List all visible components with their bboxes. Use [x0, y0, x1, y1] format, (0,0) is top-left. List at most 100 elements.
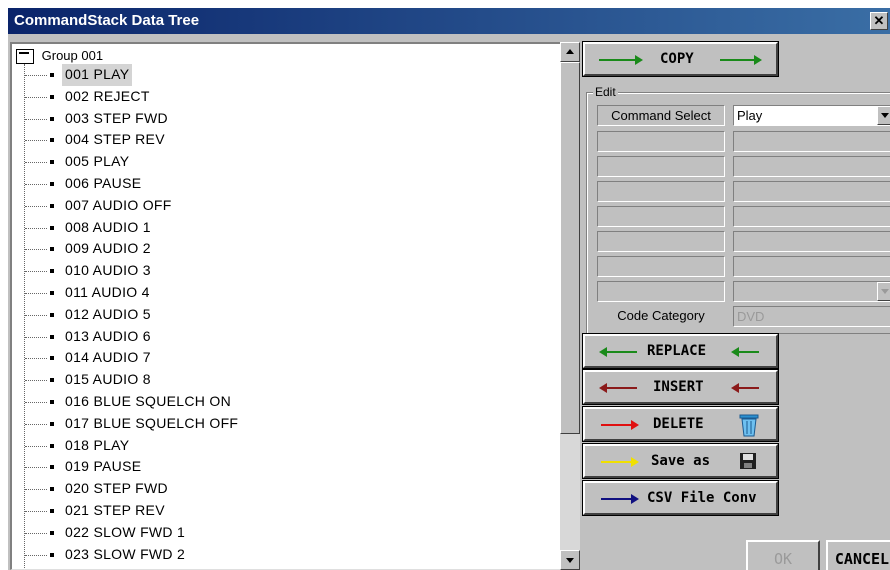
cancel-button[interactable]: CANCEL	[826, 540, 890, 570]
trash-can-icon	[739, 414, 759, 437]
tree-item-label: 006 PAUSE	[65, 174, 142, 191]
code-category-field: DVD	[733, 306, 890, 327]
tree-connector	[25, 292, 47, 294]
arrow-down-icon	[566, 558, 574, 563]
commandstack-window: CommandStack Data Tree ✕ Group 001 001 P…	[8, 8, 890, 570]
param-label-4	[597, 206, 725, 227]
tree-bullet-icon	[50, 203, 54, 208]
arrow-left-icon	[599, 347, 637, 357]
tree-connector	[25, 75, 47, 76]
close-icon: ✕	[873, 13, 885, 28]
tree-item-label: 021 STEP REV	[65, 501, 165, 518]
tree-connector	[25, 183, 47, 185]
tree-connector	[25, 227, 47, 229]
edit-group-legend: Edit	[593, 85, 618, 99]
tree-item-label: 005 PLAY	[65, 153, 130, 170]
chevron-down-icon	[881, 289, 889, 294]
save-as-button[interactable]: Save as	[582, 443, 779, 479]
insert-button[interactable]: INSERT	[582, 369, 779, 405]
tree-bullet-icon	[50, 487, 54, 492]
chevron-down-icon	[881, 113, 889, 118]
delete-button[interactable]: DELETE	[582, 406, 779, 442]
copy-button-label: COPY	[660, 51, 694, 67]
delete-button-label: DELETE	[653, 416, 704, 432]
tree-connector	[25, 249, 47, 251]
tree-connector	[25, 205, 47, 207]
tree-connector	[25, 380, 47, 382]
close-button[interactable]: ✕	[870, 12, 888, 30]
tree-connector	[25, 467, 47, 469]
tree-item-label: 022 SLOW FWD 1	[65, 523, 186, 540]
tree-connector	[25, 423, 47, 425]
csv-file-conv-button[interactable]: CSV File Conv	[582, 480, 779, 516]
tree-bullet-icon	[50, 94, 54, 99]
arrow-right-icon	[601, 420, 639, 430]
tree-bullet-icon	[50, 116, 54, 121]
command-select-value: Play	[737, 108, 763, 123]
tree-bullet-icon	[50, 290, 54, 295]
tree-connector	[25, 336, 47, 338]
scroll-thumb[interactable]	[560, 62, 580, 434]
code-category-value: DVD	[737, 309, 765, 324]
tree-item-label: 016 BLUE SQUELCH ON	[65, 392, 231, 409]
tree-connector	[25, 140, 47, 142]
arrow-right-icon	[601, 494, 639, 504]
param-field-3[interactable]	[733, 181, 890, 202]
return-arrow-icon	[731, 383, 759, 393]
tree-item-label: 020 STEP FWD	[65, 480, 168, 497]
scroll-up-button[interactable]	[560, 42, 580, 62]
param-field-1[interactable]	[733, 131, 890, 152]
param-label-2	[597, 156, 725, 177]
arrow-left-icon	[599, 383, 637, 393]
tree-bullet-icon	[50, 465, 54, 470]
tree-item-label: 019 PAUSE	[65, 458, 142, 475]
tree-bullet-icon	[50, 225, 54, 230]
command-select-dropdown-button[interactable]	[877, 106, 890, 125]
tree-connector	[25, 96, 47, 98]
param-field-5[interactable]	[733, 231, 890, 252]
arrow-right-icon	[601, 457, 639, 467]
param-field-4[interactable]	[733, 206, 890, 227]
tree-scrollbar[interactable]	[560, 42, 580, 570]
ok-button[interactable]: OK	[746, 540, 820, 570]
tree-connector	[25, 489, 47, 491]
tree-item-label: 008 AUDIO 1	[65, 218, 151, 235]
tree-item-label: 002 REJECT	[65, 87, 150, 104]
tree-bullet-icon	[50, 160, 54, 165]
arrow-right-icon	[599, 55, 643, 65]
tree-bullet-icon	[50, 378, 54, 383]
tree-item-label: 004 STEP REV	[65, 131, 165, 148]
arrow-up-icon	[566, 49, 574, 54]
tree-connector	[25, 532, 47, 534]
arrow-down-right-icon	[720, 55, 762, 65]
tree-item-label: 024 SLOW FWD 3	[62, 565, 188, 569]
scroll-down-button[interactable]	[560, 550, 580, 570]
tree-connector	[25, 401, 47, 403]
tree-bullet-icon	[50, 334, 54, 339]
data-tree[interactable]: Group 001 001 PLAY 002 REJECT 003 STEP FWD…	[10, 42, 580, 570]
tree-item-label: 011 AUDIO 4	[65, 283, 150, 300]
title-bar[interactable]: CommandStack Data Tree ✕	[8, 8, 890, 34]
param-dropdown-button[interactable]	[877, 282, 890, 301]
param-label-1	[597, 131, 725, 152]
tree-bullet-icon	[50, 530, 54, 535]
csv-button-label: CSV File Conv	[647, 490, 757, 506]
param-label-3	[597, 181, 725, 202]
copy-button[interactable]: COPY	[582, 41, 779, 77]
param-field-6[interactable]	[733, 256, 890, 277]
tree-connector	[25, 118, 47, 120]
param-dropdown[interactable]	[733, 281, 890, 302]
tree-connector	[25, 271, 47, 273]
tree-item-label: 010 AUDIO 3	[65, 262, 151, 279]
tree-bullet-icon	[50, 269, 54, 274]
param-field-2[interactable]	[733, 156, 890, 177]
tree-bullet-icon	[50, 508, 54, 513]
tree-bullet-icon	[50, 421, 54, 426]
tree-connector	[25, 510, 47, 512]
replace-button[interactable]: REPLACE	[582, 333, 779, 369]
command-select-dropdown[interactable]: Play	[733, 105, 890, 126]
tree-connector	[25, 445, 47, 447]
save-as-button-label: Save as	[651, 453, 711, 469]
tree-item-label: 001 PLAY	[62, 64, 133, 86]
tree-bullet-icon	[50, 247, 54, 252]
